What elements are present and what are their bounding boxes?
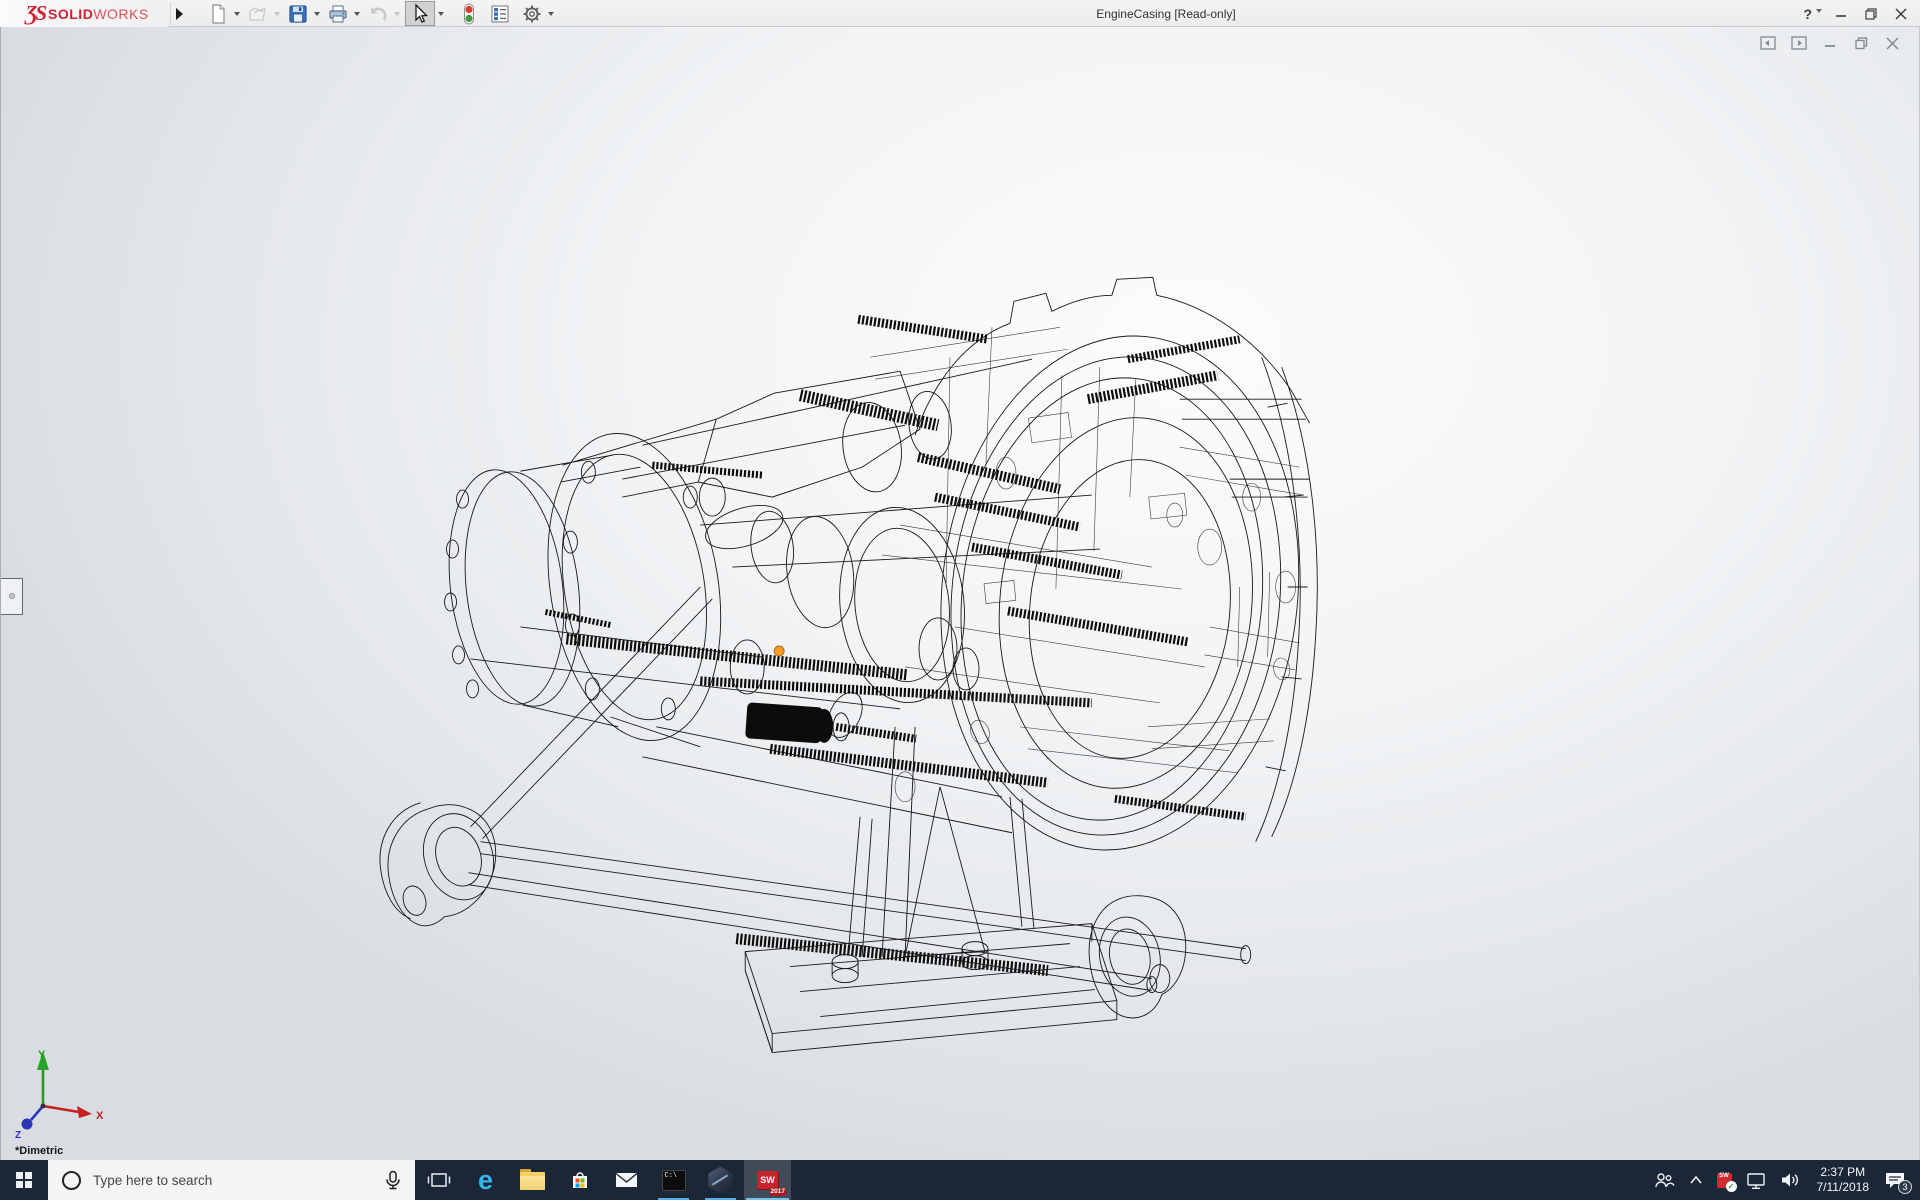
coordinate-triad: Y X Z	[5, 1044, 115, 1144]
tray-solidworks-status[interactable]: SW ✓	[1710, 1160, 1739, 1200]
window-controls: ?	[1803, 0, 1912, 27]
new-document-button[interactable]	[205, 0, 231, 27]
options-dropdown-caret[interactable]	[548, 12, 554, 16]
command-prompt-icon: C:\	[662, 1170, 686, 1191]
file-explorer-icon	[520, 1172, 545, 1190]
new-document-icon	[207, 3, 229, 25]
options-button[interactable]	[519, 0, 545, 27]
taskbar-mail[interactable]	[603, 1160, 650, 1200]
rebuild-traffic-light-icon	[459, 2, 479, 26]
check-icon: ✓	[1726, 1181, 1737, 1192]
close-button[interactable]	[1890, 3, 1912, 25]
new-dropdown-caret[interactable]	[234, 12, 240, 16]
select-tool-button[interactable]	[405, 1, 435, 26]
options-gear-icon	[521, 3, 543, 25]
select-dropdown-caret[interactable]	[438, 12, 444, 16]
speaker-icon	[1780, 1171, 1801, 1189]
volume-button[interactable]	[1773, 1160, 1808, 1200]
undo-dropdown-caret[interactable]	[394, 12, 400, 16]
windows-taskbar: e C:\ SW 2017	[0, 1160, 1920, 1200]
restore-icon	[1865, 8, 1877, 20]
chevron-up-icon	[1689, 1175, 1703, 1185]
print-button[interactable]	[325, 0, 351, 27]
task-view-icon	[427, 1170, 451, 1191]
edge-icon: e	[478, 1167, 493, 1194]
axis-z-label: Z	[15, 1130, 21, 1141]
cortana-icon	[62, 1171, 81, 1190]
close-icon	[1895, 8, 1907, 20]
microphone-icon[interactable]	[383, 1170, 403, 1191]
axis-x-label: X	[96, 1110, 104, 1122]
clock-time: 2:37 PM	[1820, 1165, 1865, 1180]
solidworks-logo: ƷS SOLID WORKS	[0, 0, 168, 27]
task-view-button[interactable]	[415, 1160, 462, 1200]
tray-overflow-button[interactable]	[1682, 1160, 1710, 1200]
clock-date: 7/11/2018	[1817, 1180, 1870, 1195]
restore-button[interactable]	[1860, 3, 1882, 25]
taskbar-file-explorer[interactable]	[509, 1160, 556, 1200]
open-button[interactable]	[245, 0, 271, 27]
title-bar: ƷS SOLID WORKS	[0, 0, 1920, 27]
people-button[interactable]	[1646, 1160, 1682, 1200]
flyout-arrow-icon	[176, 8, 183, 20]
taskbar-store[interactable]	[556, 1160, 603, 1200]
rebuild-button[interactable]	[457, 0, 481, 27]
start-button[interactable]	[0, 1160, 48, 1200]
store-icon	[568, 1168, 592, 1192]
action-center-button[interactable]: 3	[1878, 1160, 1916, 1200]
open-dropdown-caret[interactable]	[274, 12, 280, 16]
taskbar-command-prompt[interactable]: C:\	[650, 1160, 697, 1200]
open-folder-icon	[247, 3, 269, 25]
help-button[interactable]: ?	[1803, 6, 1812, 22]
save-floppy-icon	[287, 3, 309, 25]
taskbar-edge[interactable]: e	[462, 1160, 509, 1200]
solidworks-icon: SW	[757, 1171, 778, 1189]
quick-access-toolbar	[205, 0, 559, 27]
mail-icon	[614, 1170, 639, 1190]
print-icon	[327, 3, 349, 25]
brand-solid: SOLID	[48, 6, 93, 22]
brand-works: WORKS	[93, 6, 148, 22]
windows-logo-icon	[16, 1172, 33, 1189]
system-tray: SW ✓ 2:37 PM 7/11/2018	[1646, 1160, 1920, 1200]
taskbar-solidworks[interactable]: SW 2017	[744, 1160, 791, 1200]
ds-logo-mark: ƷS	[26, 1, 45, 26]
menu-flyout-button[interactable]	[170, 2, 188, 25]
view-orientation-label: *Dimetric	[15, 1145, 63, 1157]
notification-count-badge: 3	[1898, 1180, 1912, 1194]
taskbar-search[interactable]	[48, 1160, 415, 1200]
minimize-button[interactable]	[1830, 3, 1852, 25]
hexagon-app-icon	[707, 1167, 734, 1194]
network-icon	[1746, 1171, 1766, 1190]
taskbar-hexagon-app[interactable]	[697, 1160, 744, 1200]
save-button[interactable]	[285, 0, 311, 27]
undo-button[interactable]	[365, 0, 391, 27]
network-button[interactable]	[1739, 1160, 1773, 1200]
minimize-icon	[1836, 8, 1847, 19]
solidworks-year-badge: 2017	[770, 1188, 786, 1196]
save-dropdown-caret[interactable]	[314, 12, 320, 16]
origin-marker	[774, 646, 784, 656]
graphics-area[interactable]: Y X Z *Dimetric	[0, 27, 1920, 1160]
properties-list-icon	[489, 3, 511, 25]
select-cursor-icon	[408, 2, 432, 25]
undo-icon	[367, 3, 389, 25]
engine-casing-wireframe	[1, 27, 1919, 1160]
file-properties-button[interactable]	[487, 0, 513, 27]
clock[interactable]: 2:37 PM 7/11/2018	[1808, 1160, 1879, 1200]
people-icon	[1653, 1171, 1675, 1189]
axis-y-label: Y	[38, 1049, 46, 1061]
help-dropdown-caret[interactable]	[1816, 9, 1822, 13]
document-title: EngineCasing [Read-only]	[1096, 0, 1235, 27]
search-input[interactable]	[93, 1173, 343, 1188]
solidworks-tray-icon: SW ✓	[1717, 1173, 1732, 1188]
print-dropdown-caret[interactable]	[354, 12, 360, 16]
